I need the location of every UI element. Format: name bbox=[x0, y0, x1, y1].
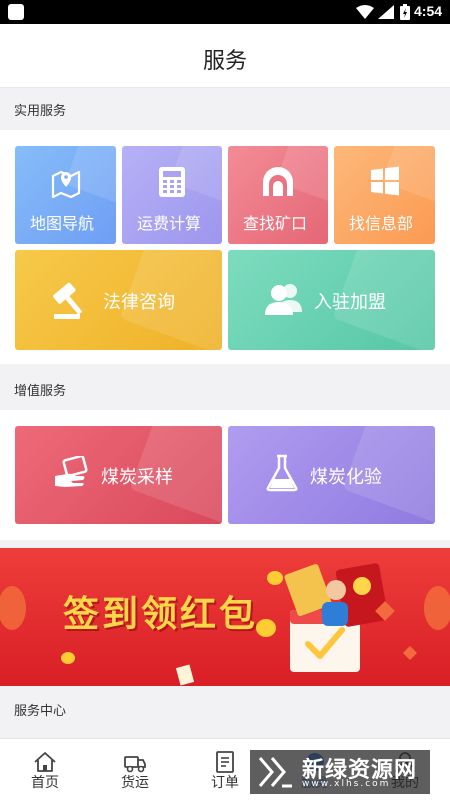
tile-label: 找信息部 bbox=[349, 214, 414, 233]
section-header-service-center: 服务中心 bbox=[0, 688, 450, 730]
nav-home[interactable]: 首页 bbox=[0, 739, 90, 800]
watermark-logo-icon bbox=[258, 757, 292, 788]
flask-icon bbox=[266, 454, 298, 492]
tile-label: 入驻加盟 bbox=[314, 292, 386, 313]
windows-grid-icon bbox=[371, 166, 399, 196]
mine-tunnel-icon bbox=[263, 167, 293, 196]
tile-map-navigation[interactable]: 地图导航 bbox=[15, 146, 116, 244]
status-time: 4:54 bbox=[414, 3, 443, 19]
status-bar: 4:54 bbox=[0, 0, 450, 24]
users-icon bbox=[265, 284, 302, 315]
nav-label: 首页 bbox=[31, 775, 59, 791]
nav-label: 货运 bbox=[121, 775, 149, 791]
signal-icon bbox=[378, 5, 394, 19]
section-header-practical: 实用服务 bbox=[0, 88, 450, 130]
tile-legal-consultation[interactable]: 法律咨询 bbox=[15, 250, 222, 350]
section-title-service-center: 服务中心 bbox=[14, 704, 67, 719]
home-icon bbox=[34, 752, 56, 772]
tile-label: 查找矿口 bbox=[243, 214, 308, 233]
tile-label: 运费计算 bbox=[137, 214, 202, 233]
hand-sample-icon bbox=[55, 456, 88, 487]
tile-join-franchise[interactable]: 入驻加盟 bbox=[228, 250, 435, 350]
nav-freight[interactable]: 货运 bbox=[90, 739, 180, 800]
truck-icon bbox=[124, 756, 146, 773]
section-header-value-added: 增值服务 bbox=[0, 368, 450, 410]
tile-find-info-department[interactable]: 找信息部 bbox=[334, 146, 435, 244]
app-notification-icon bbox=[8, 4, 24, 20]
gavel-icon bbox=[53, 282, 83, 319]
watermark-overlay: 新绿资源网 www.xlhs.com bbox=[250, 750, 430, 794]
banner-title: 签到领红包 bbox=[63, 594, 259, 635]
battery-icon bbox=[400, 4, 410, 20]
calculator-icon bbox=[159, 167, 185, 197]
tile-label: 煤炭采样 bbox=[101, 467, 173, 488]
tile-coal-sampling[interactable]: 煤炭采样 bbox=[15, 426, 222, 524]
watermark-url: www.xlhs.com bbox=[302, 779, 391, 789]
wifi-icon bbox=[356, 5, 374, 19]
tile-coal-testing[interactable]: 煤炭化验 bbox=[228, 426, 435, 524]
tile-find-mine[interactable]: 查找矿口 bbox=[228, 146, 328, 244]
app-bar: 服务 bbox=[0, 24, 450, 88]
sign-in-red-packet-banner[interactable]: 签到领红包 bbox=[0, 548, 450, 686]
order-list-icon bbox=[216, 751, 234, 773]
section-title-practical: 实用服务 bbox=[14, 104, 67, 119]
page-title: 服务 bbox=[202, 49, 247, 74]
tile-freight-calculation[interactable]: 运费计算 bbox=[122, 146, 222, 244]
section-title-value-added: 增值服务 bbox=[14, 384, 67, 399]
tile-label: 法律咨询 bbox=[103, 292, 175, 313]
map-pin-icon bbox=[51, 170, 81, 198]
tile-label: 地图导航 bbox=[30, 214, 95, 233]
tile-label: 煤炭化验 bbox=[310, 467, 382, 488]
